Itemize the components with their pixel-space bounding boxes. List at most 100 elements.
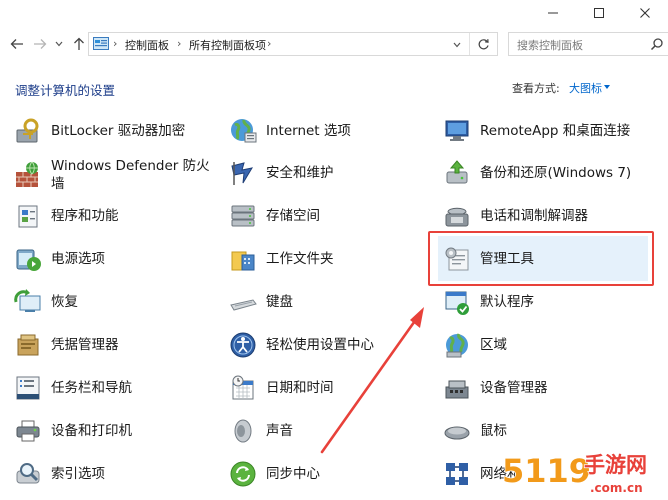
internet-options-icon [228,116,258,146]
cp-item-label: 设备和打印机 [51,423,132,439]
breadcrumb-all-items[interactable]: 所有控制面板项 [189,37,266,53]
cp-item-label: 任务栏和导航 [51,380,132,396]
backup-icon [442,158,472,188]
cp-item-device-manager[interactable]: 设备管理器 [442,370,548,406]
recovery-icon [13,287,43,317]
back-button[interactable] [8,34,26,54]
search-box [508,32,668,56]
credential-icon [13,330,43,360]
cp-item-ease-of-access[interactable]: 轻松使用设置中心 [228,327,374,363]
cp-item-label: 备份和还原(Windows 7) [480,165,632,181]
cp-item-label: Internet 选项 [266,123,351,139]
cp-item-label: 恢复 [51,294,78,310]
cp-item-region[interactable]: 区域 [442,327,507,363]
cp-item-security-maintenance[interactable]: 安全和维护 [228,155,334,191]
chevron-down-icon [453,42,461,48]
svg-text:.com.cn: .com.cn [590,481,643,495]
cp-item-backup-restore[interactable]: 备份和还原(Windows 7) [442,155,631,191]
cp-item-power[interactable]: 电源选项 [13,241,105,277]
keyboard-icon [228,287,258,317]
view-by-label: 查看方式: [512,82,560,95]
cp-item-taskbar[interactable]: 任务栏和导航 [13,370,132,406]
cp-item-label: 程序和功能 [51,208,119,224]
cp-item-label: 工作文件夹 [266,251,334,267]
cp-item-keyboard[interactable]: 键盘 [228,284,293,320]
cp-item-indexing[interactable]: 索引选项 [13,456,105,492]
recent-locations-button[interactable] [53,34,65,54]
cp-item-label: 凭据管理器 [51,337,119,353]
cp-item-label: 设备管理器 [480,380,548,396]
cp-item-label: RemoteApp 和桌面连接 [480,123,631,139]
cp-item-bitlocker[interactable]: BitLocker 驱动器加密 [13,113,185,149]
cp-item-default-programs[interactable]: 默认程序 [442,284,534,320]
datetime-icon [228,373,258,403]
security-maintenance-icon [228,158,258,188]
power-icon [13,244,43,274]
svg-text:手游网: 手游网 [584,453,647,477]
cp-item-phone-modem[interactable]: 电话和调制解调器 [442,198,588,234]
watermark-logo: 5119 手游网 .com.cn [501,451,648,495]
sound-icon [228,416,258,446]
search-input[interactable] [515,34,659,56]
default-programs-icon [442,287,472,317]
device-manager-icon [442,373,472,403]
cp-item-label: 日期和时间 [266,380,334,396]
cp-item-label: Windows Defender 防火墙 [51,158,210,192]
address-bar[interactable]: › 控制面板 › 所有控制面板项 › [88,32,498,56]
cp-item-label: 电话和调制解调器 [480,208,588,224]
search-icon[interactable] [650,37,664,51]
cp-item-storage-spaces[interactable]: 存储空间 [228,198,320,234]
cp-item-recovery[interactable]: 恢复 [13,284,78,320]
storage-icon [228,201,258,231]
svg-text:5119: 5119 [502,452,591,490]
window-controls [530,0,668,26]
maximize-button[interactable] [576,0,622,26]
cp-item-sound[interactable]: 声音 [228,413,293,449]
cp-item-internet-options[interactable]: Internet 选项 [228,113,351,149]
chevron-down-icon[interactable] [604,85,610,89]
chevron-down-icon [55,41,63,47]
sync-icon [228,459,258,489]
breadcrumb-separator-icon: › [177,37,182,50]
forward-button[interactable] [31,34,49,54]
address-dropdown-button[interactable] [446,35,468,55]
breadcrumb-separator-icon: › [113,37,118,50]
up-button[interactable] [70,34,88,54]
cp-item-label: 同步中心 [266,466,320,482]
cp-item-label: 轻松使用设置中心 [266,337,374,353]
refresh-icon [478,38,489,49]
cp-item-mouse[interactable]: 鼠标 [442,413,507,449]
cp-item-work-folders[interactable]: 工作文件夹 [228,241,334,277]
cp-item-label: BitLocker 驱动器加密 [51,123,186,139]
remoteapp-icon [442,116,472,146]
cp-item-firewall[interactable]: Windows Defender 防火墙 [13,155,219,195]
cp-item-devices-printers[interactable]: 设备和打印机 [13,413,132,449]
control-panel-icon [93,37,109,50]
cp-item-label: 索引选项 [51,466,105,482]
close-button[interactable] [622,0,668,26]
cp-item-credential-manager[interactable]: 凭据管理器 [13,327,119,363]
programs-icon [13,201,43,231]
refresh-button[interactable] [469,33,496,55]
view-by-dropdown[interactable]: 大图标 [569,80,602,96]
address-row: › 控制面板 › 所有控制面板项 › [0,30,668,58]
breadcrumb-separator-icon: › [267,37,272,50]
cp-item-programs[interactable]: 程序和功能 [13,198,119,234]
phone-modem-icon [442,201,472,231]
cp-item-label: 区域 [480,337,507,353]
minimize-button[interactable] [530,0,576,26]
mouse-icon [442,416,472,446]
cp-item-date-time[interactable]: 日期和时间 [228,370,334,406]
region-icon [442,330,472,360]
network-icon [442,459,472,489]
cp-item-label: 安全和维护 [266,165,334,181]
printer-icon [13,416,43,446]
taskbar-icon [13,373,43,403]
breadcrumb-control-panel[interactable]: 控制面板 [125,37,169,53]
cp-item-label: 默认程序 [480,294,534,310]
bitlocker-icon [13,116,43,146]
cp-item-sync-center[interactable]: 同步中心 [228,456,320,492]
ease-of-access-icon [228,330,258,360]
indexing-icon [13,459,43,489]
cp-item-remoteapp[interactable]: RemoteApp 和桌面连接 [442,113,630,149]
